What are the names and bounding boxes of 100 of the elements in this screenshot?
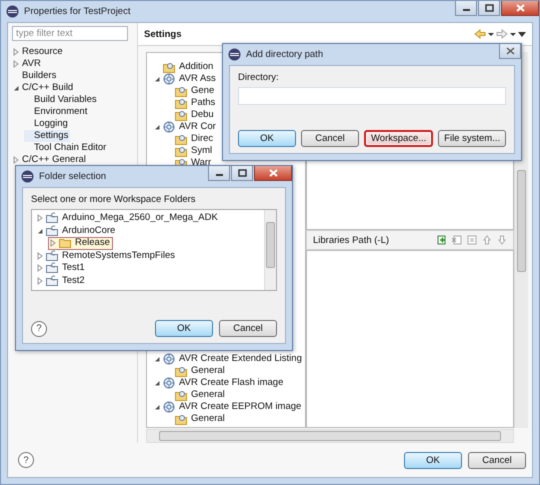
dialog-button[interactable]: Cancel: [468, 452, 526, 468]
maximize-button[interactable]: [231, 166, 253, 181]
edit-icon[interactable]: [467, 235, 477, 245]
page-title: Settings: [144, 28, 182, 40]
folder-gear-icon: [175, 109, 187, 121]
tree-arrow-icon[interactable]: [153, 123, 161, 131]
folder-gear-icon: [163, 61, 175, 73]
maximize-button[interactable]: [478, 1, 500, 16]
gear-icon: [163, 121, 175, 133]
close-icon: [268, 169, 278, 177]
project-folder-icon: [46, 274, 58, 287]
project-folder-icon: [46, 250, 58, 262]
close-icon: [516, 4, 524, 12]
tree-item[interactable]: AVR Ass: [153, 73, 218, 85]
app-icon: [21, 170, 34, 183]
tree-item[interactable]: Gene: [165, 85, 216, 97]
minimize-button[interactable]: [208, 166, 230, 181]
tree-item[interactable]: Paths: [165, 97, 218, 109]
tree-item[interactable]: Arduino_Mega_2560_or_Mega_ADK: [36, 212, 220, 224]
delete-icon[interactable]: [452, 235, 462, 245]
field-label: Directory:: [238, 72, 280, 83]
tree-arrow-icon[interactable]: [153, 75, 161, 83]
gear-icon: [163, 401, 175, 413]
tree-item[interactable]: Test1: [36, 262, 87, 274]
maximize-icon: [484, 4, 494, 12]
folder-gear-icon: [175, 133, 187, 145]
tree-item[interactable]: Addition: [153, 61, 216, 73]
tree-item[interactable]: AVR: [12, 58, 43, 70]
tree-item[interactable]: Debu: [165, 109, 216, 121]
dialog-button[interactable]: Workspace...: [364, 130, 434, 147]
project-folder-icon: [46, 262, 58, 274]
horizontal-scrollbar[interactable]: [146, 429, 514, 443]
tree-item[interactable]: AVR Create Extended Listing: [153, 353, 304, 365]
tree-item[interactable]: C/C++ General: [12, 154, 88, 166]
gear-icon: [163, 73, 175, 85]
tree-item[interactable]: General: [165, 413, 227, 425]
prompt-text: Select one or more Workspace Folders: [31, 194, 197, 205]
directory-field[interactable]: [238, 87, 506, 105]
section-label: Libraries Path (-L): [313, 234, 390, 246]
folder-gear-icon: [175, 97, 187, 109]
app-icon: [6, 5, 19, 18]
tree-arrow-icon[interactable]: [153, 403, 161, 411]
tree-item[interactable]: Release: [48, 237, 113, 250]
tree-item[interactable]: RemoteSystemsTempFiles: [36, 250, 177, 262]
help-button[interactable]: ?: [31, 320, 47, 336]
tree-item[interactable]: Builders: [12, 70, 58, 82]
filter-field[interactable]: type filter text: [12, 26, 128, 41]
dialog-title: Folder selection: [39, 171, 108, 182]
close-button[interactable]: [254, 166, 292, 181]
tree-item[interactable]: Tool Chain Editor: [24, 142, 108, 154]
tree-item[interactable]: Direc: [165, 133, 216, 145]
tree-item[interactable]: Environment: [24, 106, 90, 118]
dialog-button[interactable]: Cancel: [219, 320, 277, 337]
gear-icon: [163, 377, 175, 389]
tree-arrow-icon[interactable]: [153, 355, 161, 363]
tree-arrow-icon[interactable]: [153, 379, 161, 387]
tree-item[interactable]: ArduinoCore: [36, 224, 118, 237]
minimize-button[interactable]: [455, 1, 477, 16]
project-folder-icon: [46, 224, 58, 237]
dialog-title: Add directory path: [246, 49, 324, 60]
up-arrow-icon[interactable]: [482, 235, 492, 245]
tree-item[interactable]: General: [165, 389, 227, 401]
dialog-button[interactable]: File system...: [438, 130, 506, 147]
project-folder-icon: [46, 212, 58, 224]
tree-item[interactable]: Settings: [24, 130, 70, 142]
tree-item[interactable]: AVR Cor: [153, 121, 218, 133]
tree-item[interactable]: Syml: [165, 145, 214, 157]
dialog-button[interactable]: OK: [238, 130, 296, 147]
close-button[interactable]: [501, 1, 539, 16]
tree-arrow-icon[interactable]: [36, 226, 44, 235]
folder-gear-icon: [175, 145, 187, 157]
folder-gear-icon: [175, 413, 187, 425]
tree-item[interactable]: General: [165, 365, 227, 377]
app-icon: [228, 48, 241, 61]
window-title: Properties for TestProject: [24, 6, 132, 17]
gear-icon: [163, 353, 175, 365]
vertical-scrollbar[interactable]: [264, 210, 276, 290]
tree-item[interactable]: AVR Create Flash image: [153, 377, 286, 389]
view-menu-icon[interactable]: [518, 29, 526, 39]
dialog-button[interactable]: OK: [155, 320, 213, 337]
folder-icon: [59, 237, 71, 250]
folder-gear-icon: [175, 365, 187, 377]
maximize-icon: [238, 169, 246, 177]
dialog-button[interactable]: Cancel: [301, 130, 359, 147]
folder-gear-icon: [175, 389, 187, 401]
list-box[interactable]: [306, 250, 514, 428]
tree-item[interactable]: C/C++ Build: [12, 82, 76, 94]
tree-item[interactable]: Build Variables: [24, 94, 99, 106]
down-arrow-icon[interactable]: [497, 235, 507, 245]
help-button[interactable]: ?: [18, 452, 34, 468]
close-button[interactable]: [499, 44, 521, 59]
dialog-button[interactable]: OK: [404, 452, 462, 468]
add-icon[interactable]: [437, 235, 447, 245]
tree-arrow-icon[interactable]: [12, 84, 20, 92]
tree-item[interactable]: Resource: [12, 46, 65, 58]
close-icon: [506, 47, 514, 55]
tree-item[interactable]: Logging: [24, 118, 70, 130]
tree-item[interactable]: AVR Create EEPROM image: [153, 401, 304, 413]
folder-gear-icon: [175, 85, 187, 97]
tree-item[interactable]: Test2: [36, 274, 87, 287]
